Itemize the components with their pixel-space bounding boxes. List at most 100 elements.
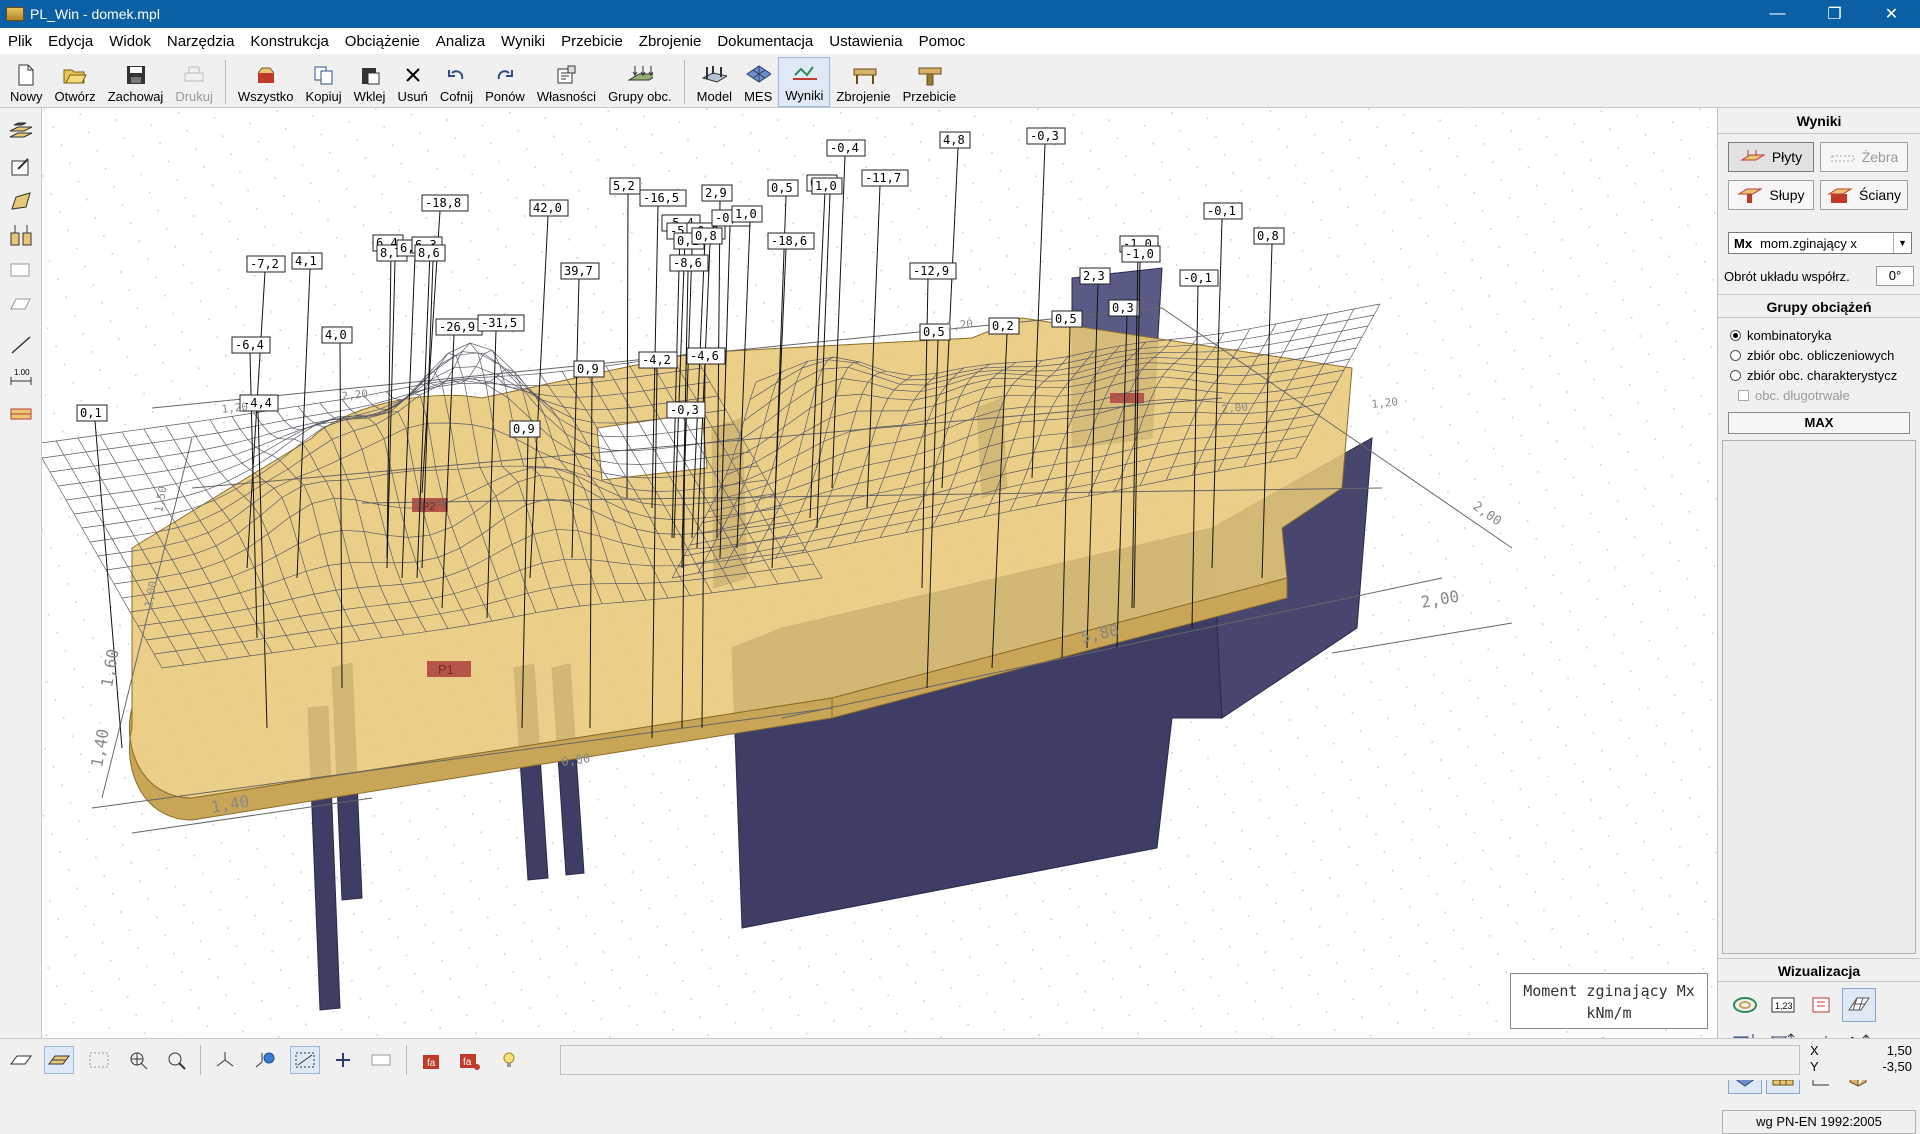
values-toggle[interactable]: 1,23 bbox=[1766, 988, 1800, 1022]
value-label: -0,1 bbox=[1183, 271, 1212, 285]
select-all-button[interactable]: Wszystko bbox=[232, 57, 300, 107]
status-slab-load[interactable]: fa bbox=[416, 1046, 446, 1074]
fem-button[interactable]: MES bbox=[738, 57, 778, 107]
menu-dokumentacja[interactable]: Dokumentacja bbox=[709, 33, 821, 50]
legend-unit: kNm/m bbox=[1586, 1004, 1632, 1022]
numbers-icon: 1,23 bbox=[1771, 997, 1795, 1013]
radio-label: kombinatoryka bbox=[1747, 328, 1832, 343]
status-select-window[interactable] bbox=[84, 1046, 114, 1074]
long-term-checkbox[interactable]: obc. długotrwałe bbox=[1738, 388, 1850, 403]
columns-tool[interactable] bbox=[6, 220, 36, 250]
properties-button[interactable]: Własności bbox=[531, 57, 602, 107]
save-button[interactable]: Zachowaj bbox=[102, 57, 170, 107]
slab-tool[interactable] bbox=[6, 116, 36, 146]
contour-toggle[interactable] bbox=[1728, 988, 1762, 1022]
redo-button[interactable]: Ponów bbox=[479, 57, 531, 107]
value-label: -7,2 bbox=[250, 257, 279, 271]
status-bar: fa fa X 1,50 Y -3,50 bbox=[0, 1038, 1920, 1080]
section-tool[interactable] bbox=[6, 398, 36, 428]
columns-button[interactable]: Słupy bbox=[1728, 180, 1814, 210]
undo-button[interactable]: Cofnij bbox=[434, 57, 479, 107]
delete-button[interactable]: Usuń bbox=[391, 57, 433, 107]
status-slab-load-2[interactable]: fa bbox=[454, 1046, 484, 1074]
new-button[interactable]: Nowy bbox=[4, 57, 49, 107]
close-button[interactable]: ✕ bbox=[1863, 0, 1920, 28]
radio-characteristic-loads[interactable]: zbiór obc. charakterystycz bbox=[1730, 368, 1897, 383]
plates-button[interactable]: Płyty bbox=[1728, 142, 1814, 172]
value-label: -11,7 bbox=[865, 171, 901, 185]
status-zoom-pan[interactable] bbox=[124, 1046, 154, 1074]
status-globe[interactable] bbox=[250, 1046, 280, 1074]
radio-combinatorics[interactable]: kombinatoryka bbox=[1730, 328, 1832, 343]
section-view-toggle[interactable] bbox=[1804, 988, 1838, 1022]
print-button[interactable]: Drukuj bbox=[169, 57, 219, 107]
section-icon bbox=[10, 408, 32, 420]
status-3d-view[interactable] bbox=[44, 1046, 74, 1074]
axes-xyz-icon bbox=[216, 1052, 234, 1067]
status-scale[interactable] bbox=[290, 1046, 320, 1074]
menu-pomoc[interactable]: Pomoc bbox=[911, 33, 974, 50]
value-label: -1,0 bbox=[1125, 247, 1154, 261]
value-label: 0,1 bbox=[80, 406, 102, 420]
menu-wyniki[interactable]: Wyniki bbox=[493, 33, 553, 50]
rotation-input[interactable]: 0° bbox=[1876, 266, 1914, 286]
delete-x-icon bbox=[400, 64, 426, 86]
line-tool[interactable] bbox=[6, 330, 36, 360]
value-label: -8,6 bbox=[673, 256, 702, 270]
open-button[interactable]: Otwórz bbox=[49, 57, 102, 107]
open-folder-icon bbox=[62, 64, 88, 86]
mesh-view-toggle[interactable] bbox=[1842, 988, 1876, 1022]
load-groups-icon bbox=[627, 64, 653, 86]
value-label: 0,9 bbox=[513, 422, 535, 436]
menu-edycja[interactable]: Edycja bbox=[40, 33, 101, 50]
results-panel-title: Wyniki bbox=[1718, 108, 1920, 134]
dim-text: 1,20 bbox=[1371, 395, 1399, 411]
menu-widok[interactable]: Widok bbox=[101, 33, 159, 50]
menu-przebicie[interactable]: Przebicie bbox=[553, 33, 631, 50]
reinforcement-button[interactable]: Zbrojenie bbox=[830, 57, 896, 107]
menu-zbrojenie[interactable]: Zbrojenie bbox=[631, 33, 710, 50]
edit-slab-tool[interactable] bbox=[6, 152, 36, 182]
menu-ustawienia[interactable]: Ustawienia bbox=[821, 33, 910, 50]
result-type-select[interactable]: Mx mom.zginający x ▼ bbox=[1728, 232, 1912, 254]
ribs-button[interactable]: Żebra bbox=[1820, 142, 1908, 172]
results-button[interactable]: Wyniki bbox=[778, 57, 831, 107]
model-button[interactable]: Model bbox=[691, 57, 738, 107]
menu-narzedzia[interactable]: Narzędzia bbox=[159, 33, 243, 50]
value-label: -6,4 bbox=[235, 338, 264, 352]
status-snap[interactable] bbox=[328, 1046, 358, 1074]
opening-tool[interactable] bbox=[6, 254, 36, 284]
dimension-tool[interactable]: 1.00 bbox=[6, 364, 36, 394]
status-separator bbox=[406, 1045, 407, 1075]
status-hint[interactable] bbox=[494, 1046, 524, 1074]
draw-tool[interactable] bbox=[6, 186, 36, 216]
paste-button[interactable]: Wklej bbox=[348, 57, 392, 107]
copy-icon bbox=[311, 64, 337, 86]
status-slab-tool[interactable] bbox=[6, 1046, 36, 1074]
ribs-label: Żebra bbox=[1861, 149, 1899, 165]
load-groups-button[interactable]: Grupy obc. bbox=[602, 57, 678, 107]
punching-button[interactable]: Przebicie bbox=[897, 57, 962, 107]
properties-icon bbox=[553, 64, 579, 86]
region-tool[interactable] bbox=[6, 288, 36, 318]
menu-konstrukcja[interactable]: Konstrukcja bbox=[242, 33, 336, 50]
results-3d-viewport[interactable]: -7,2 4,1 -18,8 42,0 5,2 -16,5 2,9 0,5 0,9 -0,4 4,8… bbox=[42, 108, 1718, 1038]
menu-plik[interactable]: Plik bbox=[0, 33, 40, 50]
checkbox-box bbox=[1738, 390, 1749, 401]
status-text-scale[interactable] bbox=[366, 1046, 396, 1074]
menu-obciazenie[interactable]: Obciążenie bbox=[337, 33, 428, 50]
chevron-down-icon[interactable]: ▼ bbox=[1893, 233, 1911, 253]
punching-icon bbox=[916, 64, 942, 86]
status-zoom[interactable] bbox=[162, 1046, 192, 1074]
wall-icon bbox=[1827, 188, 1853, 203]
minimize-button[interactable]: — bbox=[1749, 0, 1806, 28]
results-list-area bbox=[1722, 440, 1916, 954]
value-label: -16,5 bbox=[643, 191, 679, 205]
menu-analiza[interactable]: Analiza bbox=[428, 33, 493, 50]
max-button[interactable]: MAX bbox=[1728, 412, 1910, 434]
radio-design-loads[interactable]: zbiór obc. obliczeniowych bbox=[1730, 348, 1894, 363]
walls-button[interactable]: Ściany bbox=[1820, 180, 1908, 210]
restore-button[interactable]: ❐ bbox=[1806, 0, 1863, 28]
status-axes[interactable] bbox=[210, 1046, 240, 1074]
copy-button[interactable]: Kopiuj bbox=[300, 57, 348, 107]
